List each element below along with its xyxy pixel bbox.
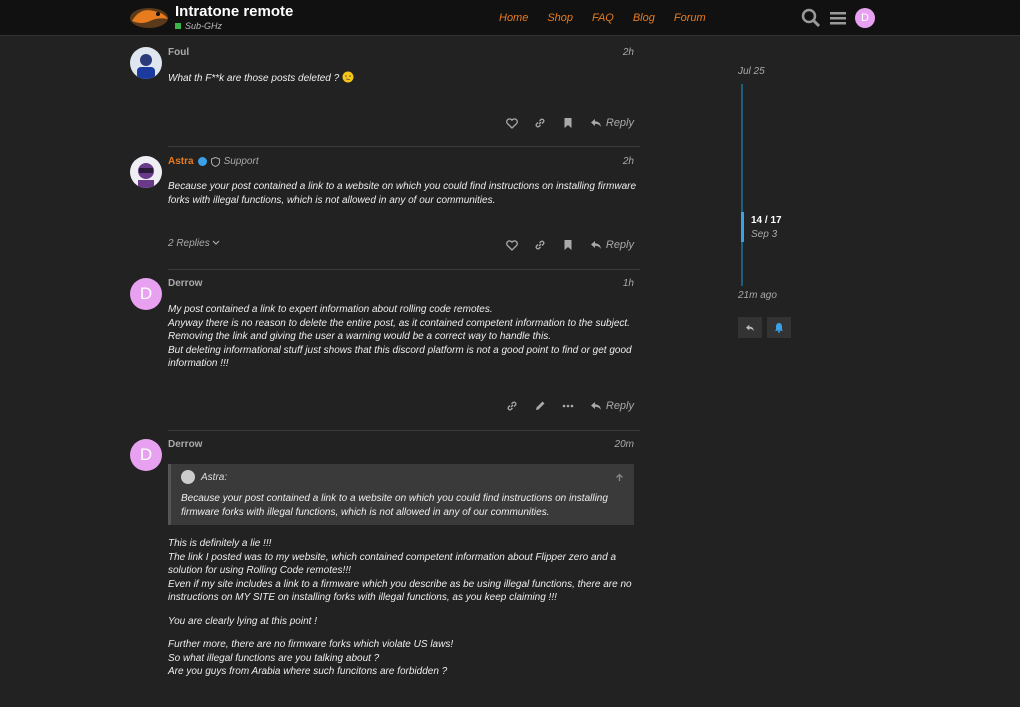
search-icon[interactable] xyxy=(801,8,821,28)
nav-home[interactable]: Home xyxy=(499,12,528,24)
category-color-badge xyxy=(175,23,181,29)
link-icon xyxy=(535,118,545,128)
pencil-icon xyxy=(535,401,545,410)
timeline-position: 14 / 17 xyxy=(751,215,782,226)
copy-link-button[interactable] xyxy=(526,115,554,131)
post-username[interactable]: Astra xyxy=(168,156,194,167)
avatar-derrow[interactable]: D xyxy=(130,439,162,471)
nav-shop[interactable]: Shop xyxy=(547,12,573,24)
notification-level-button[interactable] xyxy=(767,317,791,338)
thinking-emoji-icon xyxy=(342,71,354,83)
copy-link-button[interactable] xyxy=(526,237,554,253)
timeline-track[interactable] xyxy=(741,84,743,286)
post-divider xyxy=(168,146,640,147)
timeline-end-date[interactable]: 21m ago xyxy=(738,290,777,301)
quote-block: Astra: Because your post contained a lin… xyxy=(168,464,634,525)
hamburger-menu-icon[interactable] xyxy=(828,8,848,28)
paragraph: Further more, there are no firmware fork… xyxy=(168,639,454,677)
timeline-start-date[interactable]: Jul 25 xyxy=(738,66,765,77)
reply-button[interactable]: Reply xyxy=(590,239,634,251)
post-timestamp[interactable]: 2h xyxy=(623,47,634,58)
timeline-scroller-handle[interactable] xyxy=(741,212,744,242)
post-username[interactable]: Foul xyxy=(168,47,189,58)
timeline-position-date: Sep 3 xyxy=(751,229,778,240)
category-breadcrumb[interactable]: Sub-GHz xyxy=(175,21,222,31)
bookmark-icon xyxy=(564,240,572,250)
post-body: What th F**k are those posts deleted ? xyxy=(168,71,638,86)
copy-link-button[interactable] xyxy=(498,398,526,414)
link-icon xyxy=(507,401,517,411)
like-button[interactable] xyxy=(498,115,526,131)
site-logo-icon[interactable] xyxy=(128,3,170,31)
shield-icon xyxy=(210,156,220,167)
post-astra: Astra Support 2h Because your post conta… xyxy=(130,156,640,270)
bell-icon xyxy=(774,323,784,333)
quote-author[interactable]: Astra: xyxy=(201,472,227,483)
user-avatar-button[interactable]: D xyxy=(855,8,875,28)
post-actions: Reply xyxy=(498,237,634,253)
post-derrow-2: D Derrow 20m Astra: Because your post co… xyxy=(130,439,640,707)
post-timestamp[interactable]: 1h xyxy=(623,278,634,289)
nav-faq[interactable]: FAQ xyxy=(592,12,614,24)
reply-arrow-icon xyxy=(746,324,754,331)
like-button[interactable] xyxy=(498,237,526,253)
reply-button[interactable]: Reply xyxy=(590,117,634,129)
site-header: Intratone remote Sub-GHz Home Shop FAQ B… xyxy=(0,0,1020,36)
quote-author-avatar xyxy=(181,470,195,484)
quote-header: Astra: xyxy=(181,470,624,484)
reply-arrow-icon xyxy=(590,119,601,127)
reply-arrow-icon xyxy=(590,241,601,249)
post-divider xyxy=(168,430,640,431)
post-foul: Foul 2h What th F**k are those posts del… xyxy=(130,47,640,147)
bookmark-button[interactable] xyxy=(554,237,582,253)
edit-button[interactable] xyxy=(526,398,554,414)
topic-title[interactable]: Intratone remote xyxy=(175,3,293,20)
paragraph: This is definitely a lie !!! The link I … xyxy=(168,538,632,603)
bookmark-button[interactable] xyxy=(554,115,582,131)
nav-blog[interactable]: Blog xyxy=(633,12,655,24)
verified-badge-icon xyxy=(197,157,207,166)
post-body: My post contained a link to expert infor… xyxy=(168,304,632,369)
post-actions: Reply xyxy=(498,115,634,131)
link-icon xyxy=(535,240,545,250)
nav-forum[interactable]: Forum xyxy=(674,12,706,24)
quote-text: Because your post contained a link to a … xyxy=(181,493,608,518)
category-label: Sub-GHz xyxy=(185,21,223,31)
post-derrow-1: D Derrow 1h My post contained a link to … xyxy=(130,278,640,431)
avatar-foul[interactable] xyxy=(130,47,162,79)
user-title: Support xyxy=(223,156,259,167)
post-body: This is definitely a lie !!! The link I … xyxy=(168,537,638,689)
post-divider xyxy=(168,269,640,270)
bookmark-icon xyxy=(564,118,572,128)
reply-button[interactable]: Reply xyxy=(590,400,634,412)
post-timestamp[interactable]: 2h xyxy=(623,156,634,167)
more-options-button[interactable] xyxy=(554,398,582,414)
main-nav: Home Shop FAQ Blog Forum xyxy=(499,12,725,24)
post-timestamp[interactable]: 20m xyxy=(615,439,634,450)
replies-toggle[interactable]: 2 Replies xyxy=(168,238,220,249)
post-actions: Reply xyxy=(498,398,634,414)
timeline-reply-button[interactable] xyxy=(738,317,762,338)
reply-arrow-icon xyxy=(590,402,601,410)
chevron-down-icon xyxy=(213,240,220,245)
avatar-astra[interactable] xyxy=(130,156,162,188)
heart-icon xyxy=(505,239,518,251)
post-body: Because your post contained a link to a … xyxy=(168,181,637,206)
heart-icon xyxy=(505,117,518,129)
ellipsis-icon xyxy=(562,404,574,408)
avatar-derrow[interactable]: D xyxy=(130,278,162,310)
arrow-up-icon[interactable] xyxy=(615,473,624,482)
post-username-row: Astra Support xyxy=(168,156,259,167)
post-username[interactable]: Derrow xyxy=(168,278,202,289)
post-username[interactable]: Derrow xyxy=(168,439,202,450)
paragraph: You are clearly lying at this point ! xyxy=(168,615,317,627)
